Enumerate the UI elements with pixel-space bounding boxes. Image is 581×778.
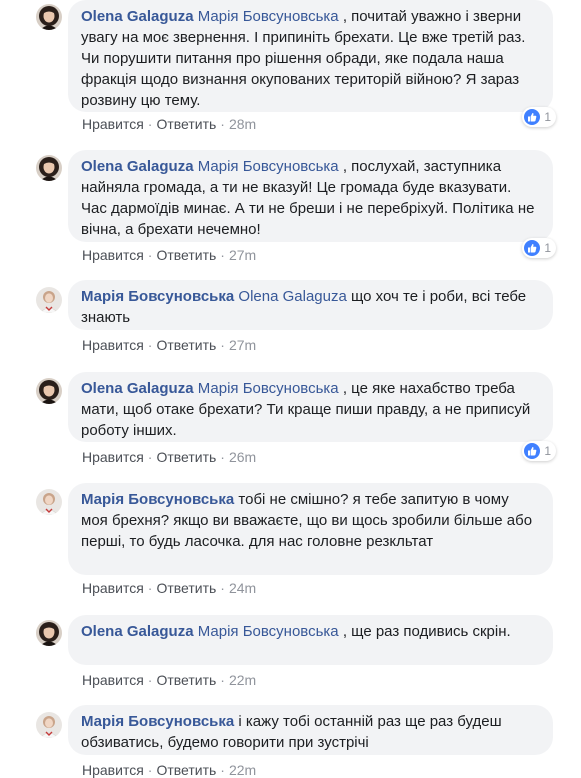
separator: · bbox=[147, 762, 153, 778]
comment-mention[interactable]: Olena Galaguza bbox=[238, 288, 346, 305]
like-reaction-icon bbox=[524, 443, 541, 459]
comment-author[interactable]: Olena Galaguza bbox=[81, 623, 194, 640]
reply-button[interactable]: Ответить bbox=[156, 762, 216, 778]
avatar[interactable] bbox=[36, 287, 62, 313]
avatar[interactable] bbox=[36, 4, 62, 30]
reply-button[interactable]: Ответить bbox=[156, 116, 216, 132]
comment-author[interactable]: Марія Бовсуновська bbox=[81, 713, 234, 730]
comment-actions: Нравится · Ответить · 27m bbox=[82, 247, 256, 263]
comment-bubble: Olena Galaguza Марія Бовсуновська , це я… bbox=[68, 372, 553, 442]
like-button[interactable]: Нравится bbox=[82, 116, 144, 132]
like-button[interactable]: Нравится bbox=[82, 449, 144, 465]
reply-button[interactable]: Ответить bbox=[156, 449, 216, 465]
comment-bubble: Olena Galaguza Марія Бовсуновська , ще р… bbox=[68, 615, 553, 665]
comment-bubble: Марія Бовсуновська Olena Galaguza що хоч… bbox=[68, 280, 553, 330]
reply-button[interactable]: Ответить bbox=[156, 672, 216, 688]
comment-mention[interactable]: Марія Бовсуновська bbox=[198, 623, 339, 640]
comment-actions: Нравится · Ответить · 22m bbox=[82, 672, 256, 688]
separator: · bbox=[220, 580, 225, 596]
avatar[interactable] bbox=[36, 620, 62, 646]
separator: · bbox=[220, 672, 225, 688]
avatar[interactable] bbox=[36, 489, 62, 515]
comment-actions: Нравится · Ответить · 27m bbox=[82, 337, 256, 353]
comment-author[interactable]: Olena Galaguza bbox=[81, 158, 194, 175]
comment-actions: Нравится · Ответить · 22m bbox=[82, 762, 256, 778]
comment-mention[interactable]: Марія Бовсуновська bbox=[198, 8, 339, 25]
reaction-count-value: 1 bbox=[544, 241, 551, 255]
comment-actions: Нравится · Ответить · 28m bbox=[82, 116, 256, 132]
reply-button[interactable]: Ответить bbox=[156, 247, 216, 263]
comment-author[interactable]: Olena Galaguza bbox=[81, 8, 194, 25]
comment-mention[interactable]: Марія Бовсуновська bbox=[198, 380, 339, 397]
separator: · bbox=[220, 247, 225, 263]
comment-bubble: Olena Galaguza Марія Бовсуновська , почи… bbox=[68, 0, 553, 112]
comment-text: , ще раз подивись скрін. bbox=[338, 623, 511, 640]
comment-timestamp[interactable]: 22m bbox=[229, 672, 256, 688]
comment-author[interactable]: Марія Бовсуновська bbox=[81, 288, 234, 305]
comment-timestamp[interactable]: 22m bbox=[229, 762, 256, 778]
like-button[interactable]: Нравится bbox=[82, 762, 144, 778]
separator: · bbox=[147, 672, 153, 688]
separator: · bbox=[220, 762, 225, 778]
separator: · bbox=[147, 580, 153, 596]
avatar[interactable] bbox=[36, 712, 62, 738]
avatar[interactable] bbox=[36, 155, 62, 181]
separator: · bbox=[147, 116, 153, 132]
like-button[interactable]: Нравится bbox=[82, 672, 144, 688]
reply-button[interactable]: Ответить bbox=[156, 580, 216, 596]
like-button[interactable]: Нравится bbox=[82, 580, 144, 596]
separator: · bbox=[220, 337, 225, 353]
comment-timestamp[interactable]: 27m bbox=[229, 337, 256, 353]
comment-actions: Нравится · Ответить · 26m bbox=[82, 449, 256, 465]
reaction-count-value: 1 bbox=[544, 444, 551, 458]
comment-bubble: Марія Бовсуновська і кажу тобі останній … bbox=[68, 705, 553, 755]
avatar[interactable] bbox=[36, 378, 62, 404]
comment-bubble: Марія Бовсуновська тобі не смішно? я теб… bbox=[68, 483, 553, 575]
reply-button[interactable]: Ответить bbox=[156, 337, 216, 353]
comment-timestamp[interactable]: 26m bbox=[229, 449, 256, 465]
separator: · bbox=[220, 116, 225, 132]
reaction-count[interactable]: 1 bbox=[522, 441, 556, 461]
separator: · bbox=[147, 337, 153, 353]
comment-mention[interactable]: Марія Бовсуновська bbox=[198, 158, 339, 175]
like-reaction-icon bbox=[524, 240, 541, 256]
like-button[interactable]: Нравится bbox=[82, 337, 144, 353]
separator: · bbox=[147, 247, 153, 263]
separator: · bbox=[220, 449, 225, 465]
separator: · bbox=[147, 449, 153, 465]
comment-author[interactable]: Марія Бовсуновська bbox=[81, 491, 234, 508]
comment-actions: Нравится · Ответить · 24m bbox=[82, 580, 256, 596]
like-button[interactable]: Нравится bbox=[82, 247, 144, 263]
like-reaction-icon bbox=[524, 109, 541, 125]
comment-author[interactable]: Olena Galaguza bbox=[81, 380, 194, 397]
comment-timestamp[interactable]: 27m bbox=[229, 247, 256, 263]
comment-timestamp[interactable]: 24m bbox=[229, 580, 256, 596]
comment-bubble: Olena Galaguza Марія Бовсуновська , посл… bbox=[68, 150, 553, 242]
reaction-count-value: 1 bbox=[544, 110, 551, 124]
reaction-count[interactable]: 1 bbox=[522, 107, 556, 127]
comment-timestamp[interactable]: 28m bbox=[229, 116, 256, 132]
reaction-count[interactable]: 1 bbox=[522, 238, 556, 258]
